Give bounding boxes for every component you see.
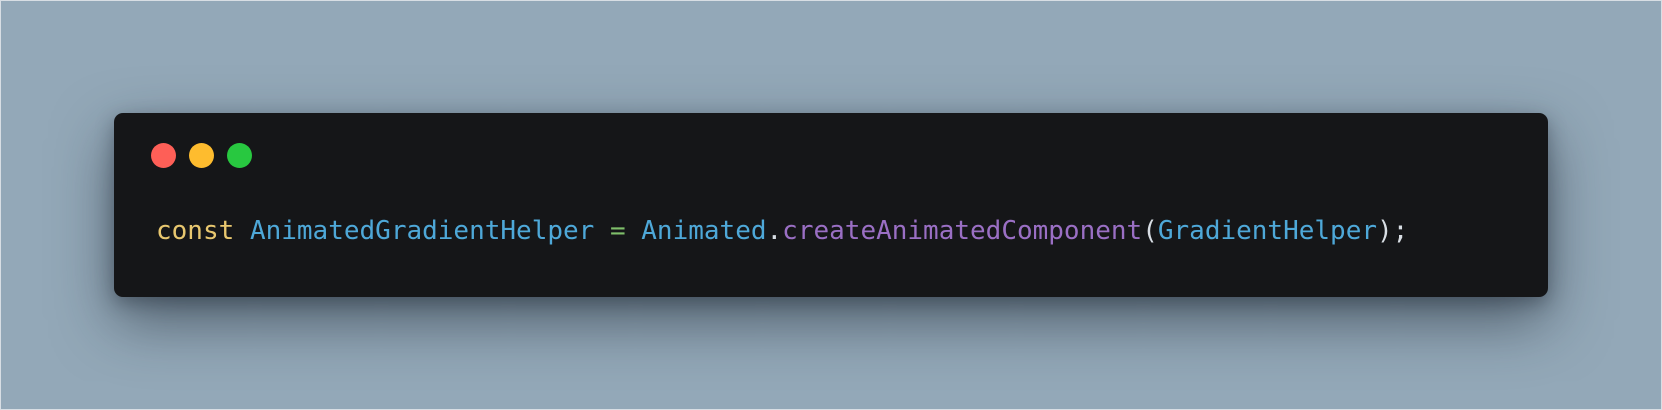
code-window: const AnimatedGradientHelper = Animated.…: [114, 113, 1548, 297]
dot-token: .: [766, 216, 783, 246]
zoom-button[interactable]: [227, 143, 252, 168]
window-controls: [151, 143, 252, 168]
variable-name-token: AnimatedGradientHelper: [249, 216, 595, 246]
close-button[interactable]: [151, 143, 176, 168]
keyword-token: const: [156, 216, 235, 246]
object-name-token: Animated: [641, 216, 767, 246]
close-paren-token: ): [1377, 216, 1393, 246]
argument-token: GradientHelper: [1157, 216, 1378, 246]
minimize-button[interactable]: [189, 143, 214, 168]
open-paren-token: (: [1142, 216, 1158, 246]
semicolon-token: ;: [1392, 216, 1409, 246]
assignment-operator-token: =: [609, 216, 626, 246]
code-line: const AnimatedGradientHelper = Animated.…: [156, 215, 1408, 247]
method-name-token: createAnimatedComponent: [782, 216, 1143, 246]
